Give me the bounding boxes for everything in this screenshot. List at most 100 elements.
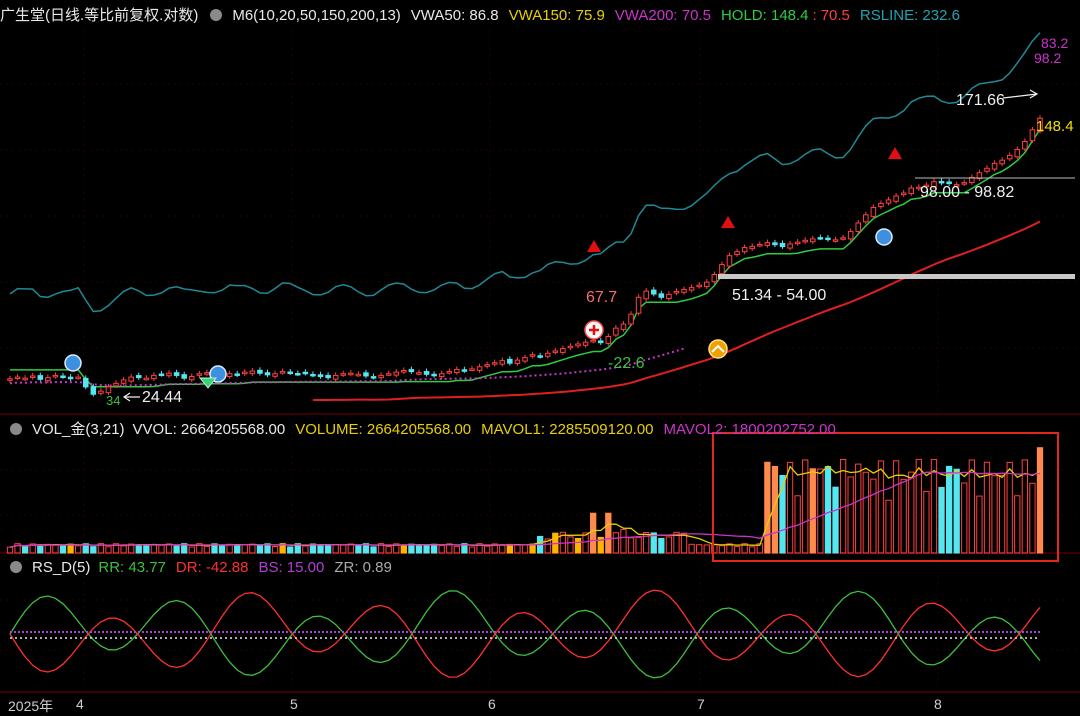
volume-bar <box>514 544 521 554</box>
volume-bar <box>499 544 506 554</box>
candle-body <box>22 377 28 381</box>
candle-body <box>794 241 801 245</box>
volume-bar <box>938 486 945 554</box>
candle-body <box>650 289 657 295</box>
candle-body <box>249 370 256 375</box>
volume-bar <box>718 545 726 554</box>
vwa50-value: VWA50: 86.8 <box>410 7 499 24</box>
volume-bar <box>998 474 1006 554</box>
candle-body <box>885 199 892 204</box>
candle-body <box>37 375 44 380</box>
candle-body <box>726 255 733 267</box>
candle-body <box>378 374 384 379</box>
volume-indicator-name[interactable]: VOL_金(3,21) <box>32 421 125 438</box>
gear-icon[interactable] <box>10 561 22 573</box>
candle-body <box>348 372 354 376</box>
candle-body <box>847 230 854 240</box>
volume-bar <box>423 544 430 554</box>
peak-price-label: 67.7 <box>586 289 617 306</box>
candle-body <box>802 239 808 243</box>
volume-bar <box>415 544 423 554</box>
candle-body <box>355 373 362 377</box>
volume-bar <box>430 543 438 554</box>
candle-body <box>1014 148 1021 158</box>
candle-body <box>90 386 97 395</box>
stock-chart[interactable]: 83.298.2 171.66 148.4 98.00 - 98.82 51.34 - … <box>0 0 1080 714</box>
signal-value-label: -22.6 <box>608 355 645 372</box>
hold-value: HOLD: 148.4 <box>720 7 809 24</box>
volume-header: VOL_金(3,21) VVOL: 2664205568.00 VOLUME: 26… <box>0 418 846 442</box>
x-tick-label: 5 <box>290 696 298 712</box>
volume-bar <box>1006 461 1013 554</box>
candle-body <box>711 274 718 283</box>
candle-body <box>529 354 536 357</box>
candle-body <box>688 287 695 291</box>
volume-bar <box>241 544 248 554</box>
candle-body <box>491 362 498 365</box>
volume-bar <box>355 545 362 554</box>
x-tick-label: 6 <box>488 696 496 712</box>
volume-bar <box>317 544 324 554</box>
low-prefix-label: 34 <box>106 393 120 408</box>
vwa150-value: VWA150: 75.9 <box>508 7 605 24</box>
hold-right-label: 148.4 <box>1036 118 1074 135</box>
volume-bar <box>567 536 574 554</box>
stock-name[interactable]: 广生堂(日线.等比前复权.对数) <box>0 7 198 24</box>
rr-value: RR: 43.77 <box>98 559 166 576</box>
arrow-high <box>1002 89 1039 99</box>
volume-bar <box>696 544 703 554</box>
candle-body <box>325 374 331 379</box>
gear-icon[interactable] <box>210 9 223 21</box>
candle-body <box>507 358 513 364</box>
rsline-value: RSLINE: 232.6 <box>859 7 960 24</box>
up-arrow-marker <box>708 339 728 359</box>
volume-bar <box>143 544 150 554</box>
indicator-name[interactable]: M6(10,20,50,150,200,13) <box>232 7 400 24</box>
candle-body <box>810 238 816 243</box>
candle-body <box>416 372 422 375</box>
candle-body <box>878 202 884 208</box>
volume-bar <box>52 544 59 554</box>
rsline-series <box>9 32 1041 313</box>
volume-bar <box>332 544 339 554</box>
volume-bar <box>234 544 241 554</box>
candle-body <box>597 340 604 344</box>
volume-bar <box>150 543 158 554</box>
sell-signal-marker <box>888 147 902 159</box>
volume-bar <box>158 544 165 554</box>
hold2-value: 70.5 <box>820 7 850 24</box>
volume-bar <box>968 459 975 554</box>
zone-band-lower <box>718 274 1075 279</box>
candle-body <box>514 359 521 364</box>
candle-body <box>870 206 877 217</box>
candle-body <box>552 350 559 353</box>
candle-body <box>999 159 1005 165</box>
candle-body <box>681 289 687 293</box>
candle-body <box>764 242 771 246</box>
candle-body <box>257 369 263 374</box>
candle-body <box>454 368 460 373</box>
volume-bar <box>506 543 514 554</box>
candle-body <box>703 281 710 288</box>
rs-panel <box>0 589 1080 679</box>
volume-bar <box>400 545 407 554</box>
volume-bar <box>908 471 915 554</box>
rs-indicator-name[interactable]: RS_D(5) <box>32 559 90 576</box>
candle-body <box>302 371 309 375</box>
volume-bar <box>120 545 127 554</box>
candle-body <box>45 377 51 382</box>
volume-bar <box>340 544 347 554</box>
main-header: 广生堂(日线.等比前复权.对数) M6(10,20,50,150,200,13) V… <box>0 4 970 28</box>
candle-body <box>772 242 778 246</box>
dr-value: DR: -42.88 <box>175 559 249 576</box>
gear-icon[interactable] <box>10 423 22 435</box>
low-price-label: 24.44 <box>142 389 182 406</box>
sell-signal-marker <box>587 240 601 252</box>
candle-body <box>825 237 831 241</box>
diamond-marker <box>198 377 218 389</box>
candle-body <box>628 313 634 325</box>
candle-body <box>991 162 998 170</box>
zone-lower-label: 51.34 - 54.00 <box>732 287 826 304</box>
volume-bar <box>870 478 877 554</box>
volume-bar <box>900 478 907 554</box>
